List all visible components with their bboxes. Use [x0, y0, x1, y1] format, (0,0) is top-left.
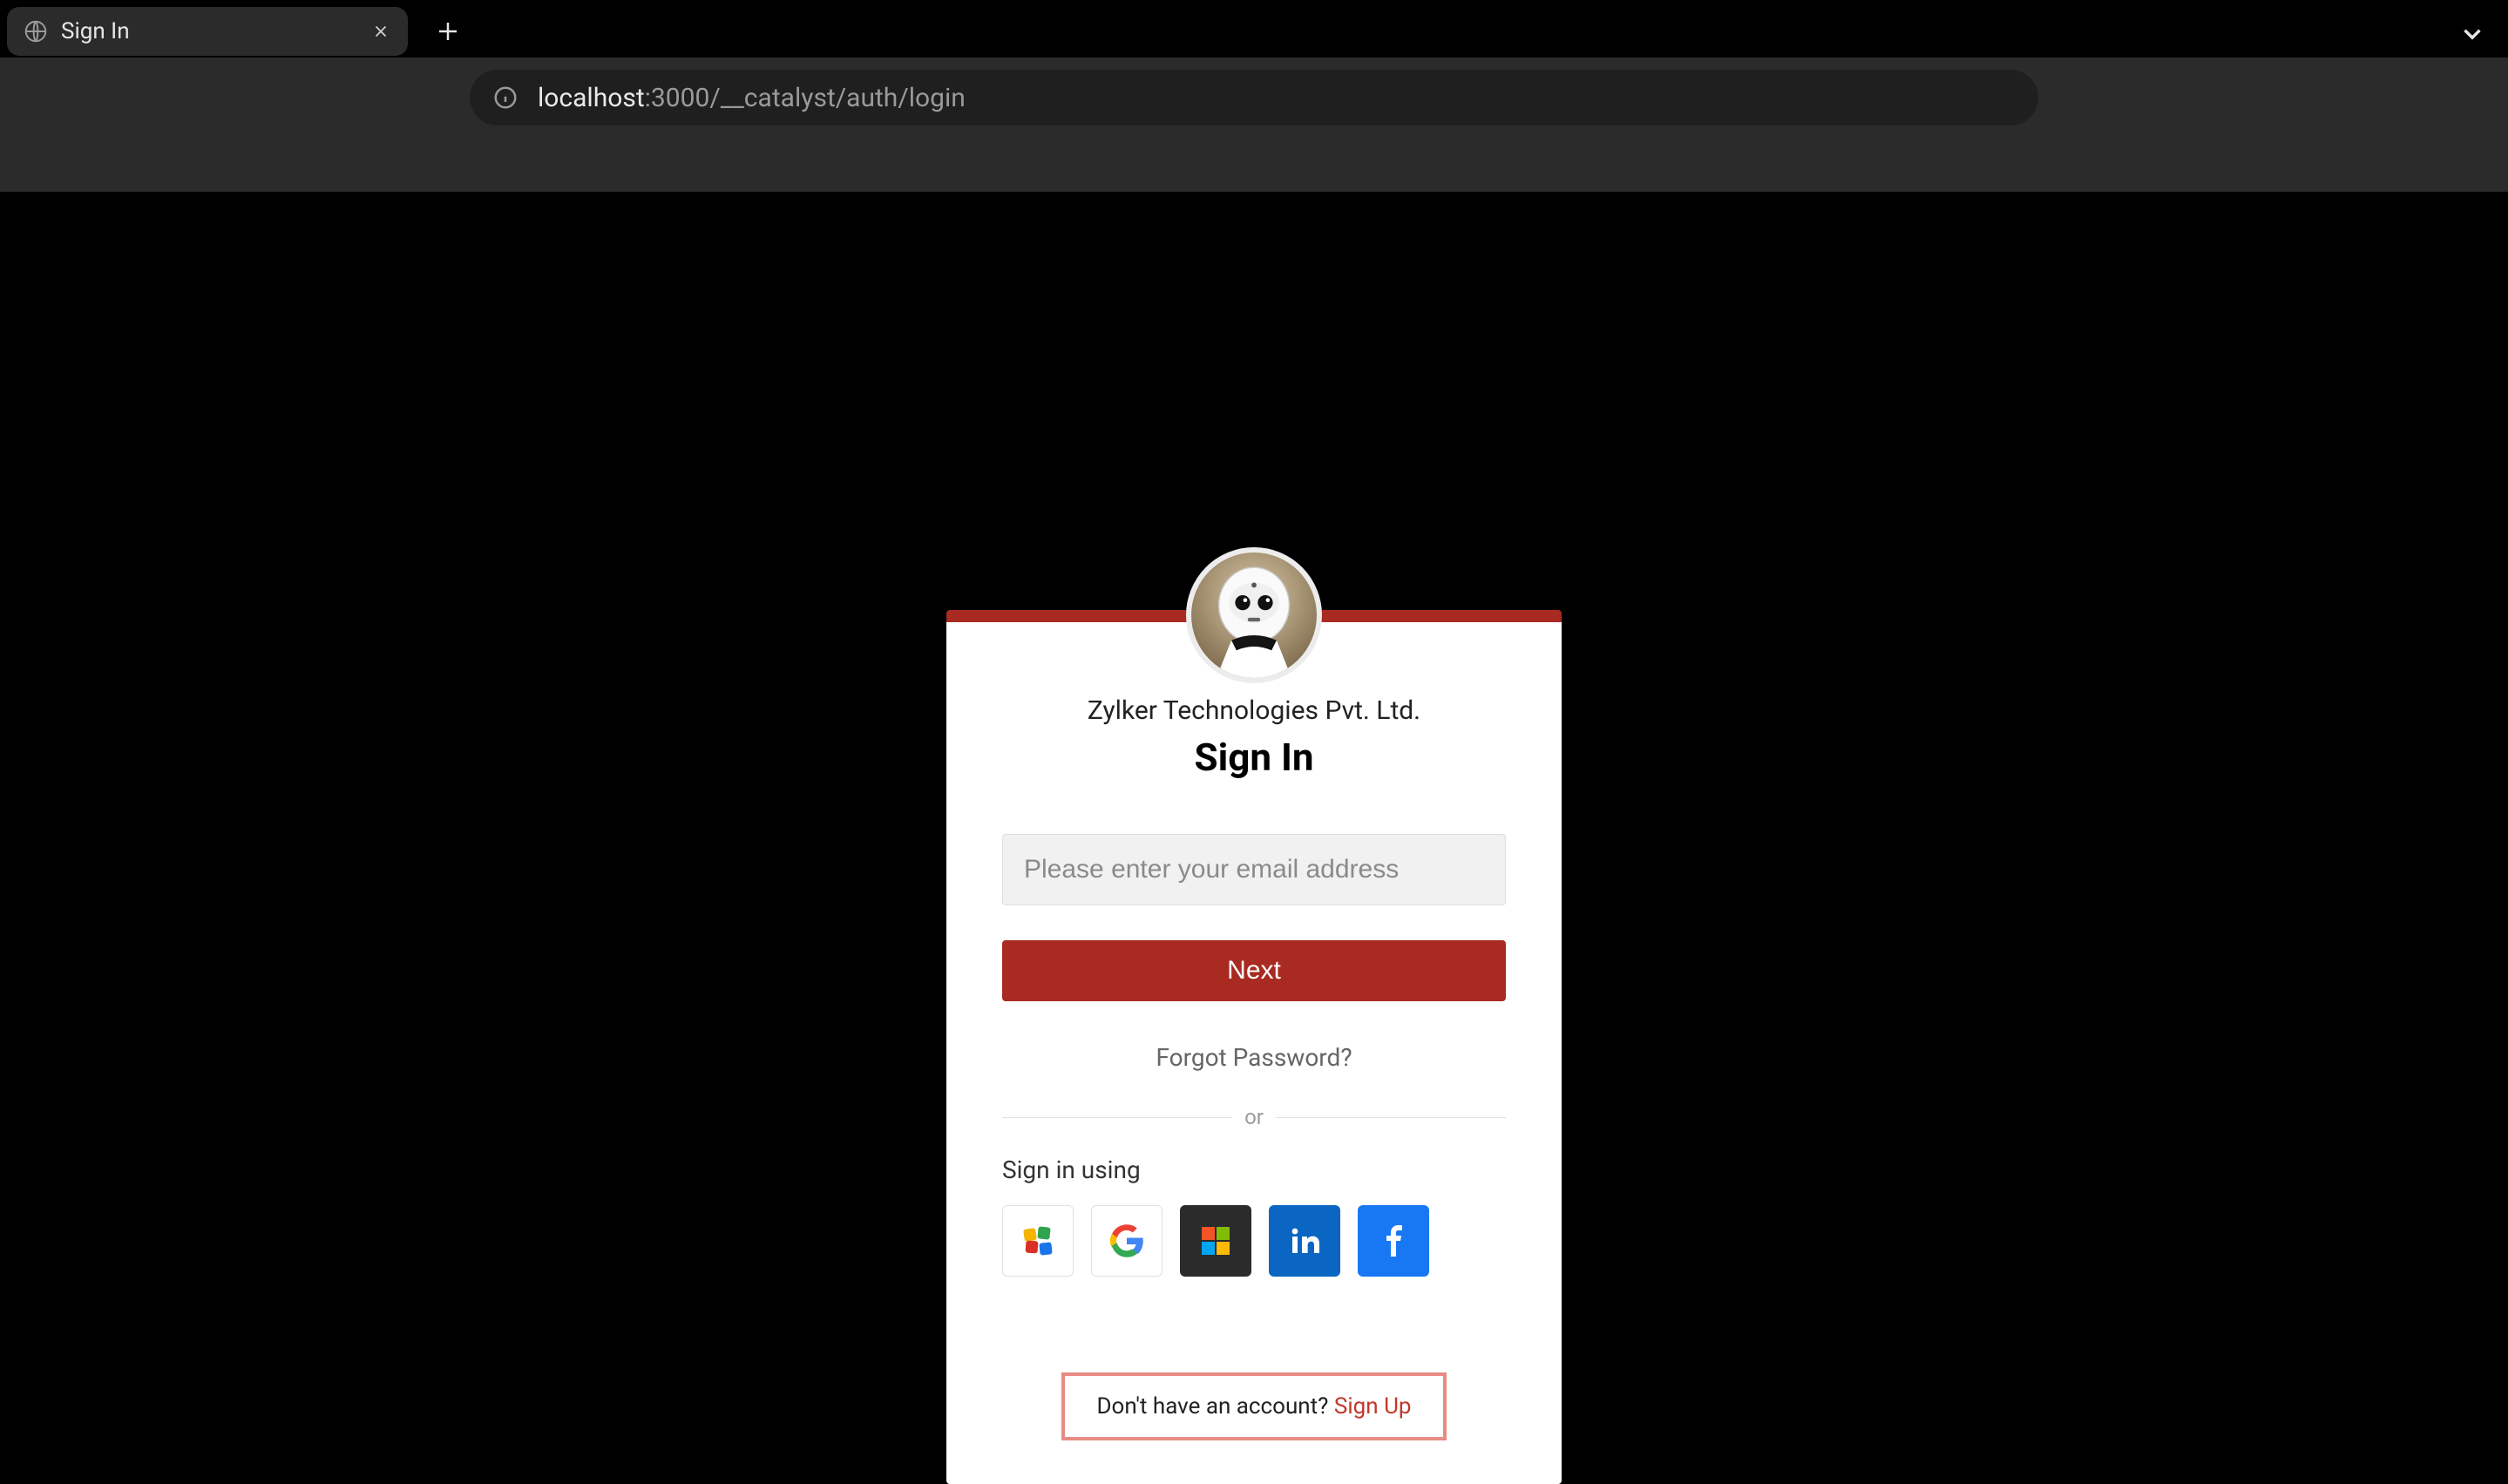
forgot-password-link[interactable]: Forgot Password? [1002, 1043, 1506, 1072]
company-name: Zylker Technologies Pvt. Ltd. [1002, 695, 1506, 726]
avatar [1186, 547, 1322, 683]
globe-icon [23, 18, 49, 44]
signup-link[interactable]: Sign Up [1334, 1393, 1412, 1420]
zoho-icon [1020, 1223, 1055, 1258]
social-linkedin-button[interactable] [1269, 1205, 1340, 1277]
page-title: Sign In [1002, 735, 1506, 780]
tab-strip: Sign In [0, 0, 2508, 58]
tab-title: Sign In [61, 18, 359, 44]
social-row [1002, 1205, 1506, 1277]
signup-callout: Don't have an account? Sign Up [1061, 1372, 1446, 1440]
address-host: localhost [538, 83, 645, 113]
divider-label: or [1232, 1105, 1276, 1129]
new-tab-button[interactable] [424, 7, 472, 56]
social-microsoft-button[interactable] [1180, 1205, 1251, 1277]
login-card-wrap: Zylker Technologies Pvt. Ltd. Sign In Ne… [946, 610, 1562, 1484]
close-icon[interactable] [371, 22, 390, 41]
login-card: Zylker Technologies Pvt. Ltd. Sign In Ne… [946, 610, 1562, 1484]
address-bar[interactable]: localhost:3000/__catalyst/auth/login [470, 70, 2038, 125]
social-facebook-button[interactable] [1358, 1205, 1429, 1277]
browser-tab[interactable]: Sign In [7, 7, 408, 56]
facebook-icon [1376, 1223, 1411, 1258]
social-zoho-button[interactable] [1002, 1205, 1074, 1277]
site-info-icon[interactable] [492, 85, 519, 111]
next-button[interactable]: Next [1002, 940, 1506, 1001]
email-field[interactable] [1002, 834, 1506, 905]
browser-chrome: Sign In [0, 0, 2508, 192]
social-google-button[interactable] [1091, 1205, 1162, 1277]
address-text: localhost:3000/__catalyst/auth/login [538, 83, 966, 113]
linkedin-icon [1287, 1223, 1322, 1258]
google-icon [1109, 1223, 1144, 1258]
divider: or [1002, 1105, 1506, 1129]
microsoft-icon [1198, 1223, 1233, 1258]
signup-prompt: Don't have an account? [1096, 1393, 1333, 1420]
address-path: :3000/__catalyst/auth/login [645, 83, 966, 113]
browser-toolbar: localhost:3000/__catalyst/auth/login [0, 58, 2508, 192]
page-viewport: Zylker Technologies Pvt. Ltd. Sign In Ne… [0, 192, 2508, 1410]
signin-using-label: Sign in using [1002, 1155, 1506, 1184]
chevron-down-icon[interactable] [2457, 19, 2487, 52]
